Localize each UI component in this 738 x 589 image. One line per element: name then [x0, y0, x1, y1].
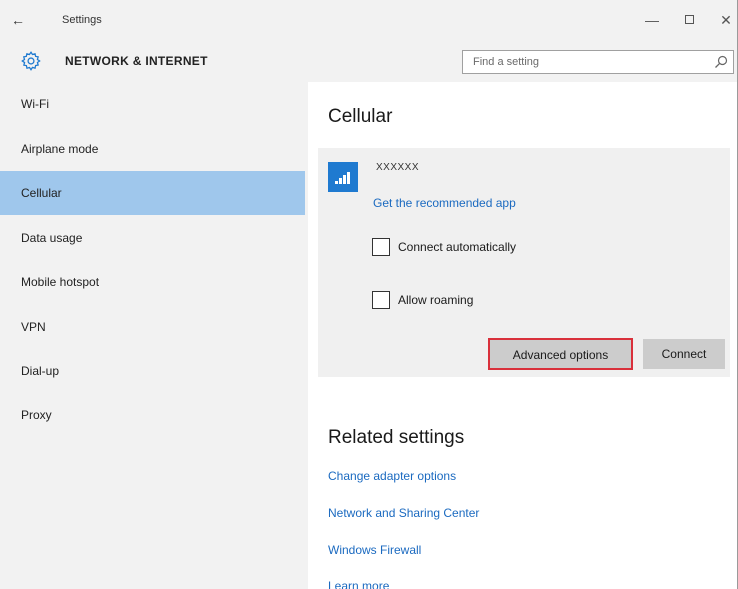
- sidebar-item-data-usage[interactable]: Data usage: [0, 216, 305, 260]
- signal-bar: [335, 181, 338, 184]
- page-title: NETWORK & INTERNET: [65, 54, 208, 68]
- sidebar-item-airplane-mode[interactable]: Airplane mode: [0, 127, 305, 171]
- allow-roaming-checkbox[interactable]: Allow roaming: [372, 290, 473, 310]
- recommended-app-link[interactable]: Get the recommended app: [373, 196, 516, 210]
- main-content: Cellular XXXXXX Get the recommended app …: [308, 82, 737, 589]
- section-heading-cellular: Cellular: [328, 106, 393, 127]
- maximize-icon: [684, 15, 694, 25]
- network-name: XXXXXX: [376, 162, 420, 173]
- page-header: NETWORK & INTERNET: [0, 42, 737, 82]
- section-heading-related-settings: Related settings: [328, 427, 465, 448]
- sidebar-item-vpn[interactable]: VPN: [0, 305, 305, 349]
- sidebar-item-wifi[interactable]: Wi-Fi: [0, 82, 305, 126]
- search-input[interactable]: [463, 51, 703, 73]
- back-arrow-icon[interactable]: ←: [8, 10, 28, 30]
- search-box[interactable]: [462, 50, 734, 74]
- advanced-options-button[interactable]: Advanced options: [488, 338, 633, 370]
- cellular-network-card[interactable]: XXXXXX Get the recommended app Connect a…: [318, 148, 730, 377]
- checkbox-label: Connect automatically: [398, 239, 517, 254]
- network-sharing-center-link[interactable]: Network and Sharing Center: [328, 506, 479, 520]
- change-adapter-options-link[interactable]: Change adapter options: [328, 469, 456, 483]
- checkbox-label: Allow roaming: [398, 292, 474, 307]
- settings-window: ← Settings — ✕ NETWORK & INTERNET Wi-Fi …: [0, 0, 738, 589]
- cellular-signal-icon: [328, 162, 358, 192]
- sidebar-item-proxy[interactable]: Proxy: [0, 393, 305, 437]
- checkbox-box[interactable]: [372, 290, 390, 309]
- checkbox-box[interactable]: [372, 237, 390, 256]
- windows-firewall-link[interactable]: Windows Firewall: [328, 543, 421, 557]
- signal-bar: [347, 172, 350, 184]
- gear-icon: [21, 51, 41, 71]
- sidebar-item-cellular[interactable]: Cellular: [0, 171, 305, 215]
- signal-bar: [339, 178, 342, 184]
- sidebar-item-mobile-hotspot[interactable]: Mobile hotspot: [0, 260, 305, 304]
- sidebar: Wi-Fi Airplane mode Cellular Data usage …: [0, 82, 308, 589]
- title-bar: ← Settings — ✕: [0, 0, 737, 42]
- maximize-button[interactable]: [677, 8, 701, 32]
- signal-bar: [343, 175, 346, 184]
- close-button[interactable]: ✕: [714, 8, 737, 32]
- window-title: Settings: [62, 14, 102, 26]
- search-icon[interactable]: [713, 54, 729, 70]
- connect-button[interactable]: Connect: [643, 339, 725, 369]
- minimize-button[interactable]: —: [640, 8, 664, 32]
- learn-more-link[interactable]: Learn more: [328, 579, 389, 589]
- connect-automatically-checkbox[interactable]: Connect automatically: [372, 237, 516, 257]
- sidebar-item-dial-up[interactable]: Dial-up: [0, 349, 305, 393]
